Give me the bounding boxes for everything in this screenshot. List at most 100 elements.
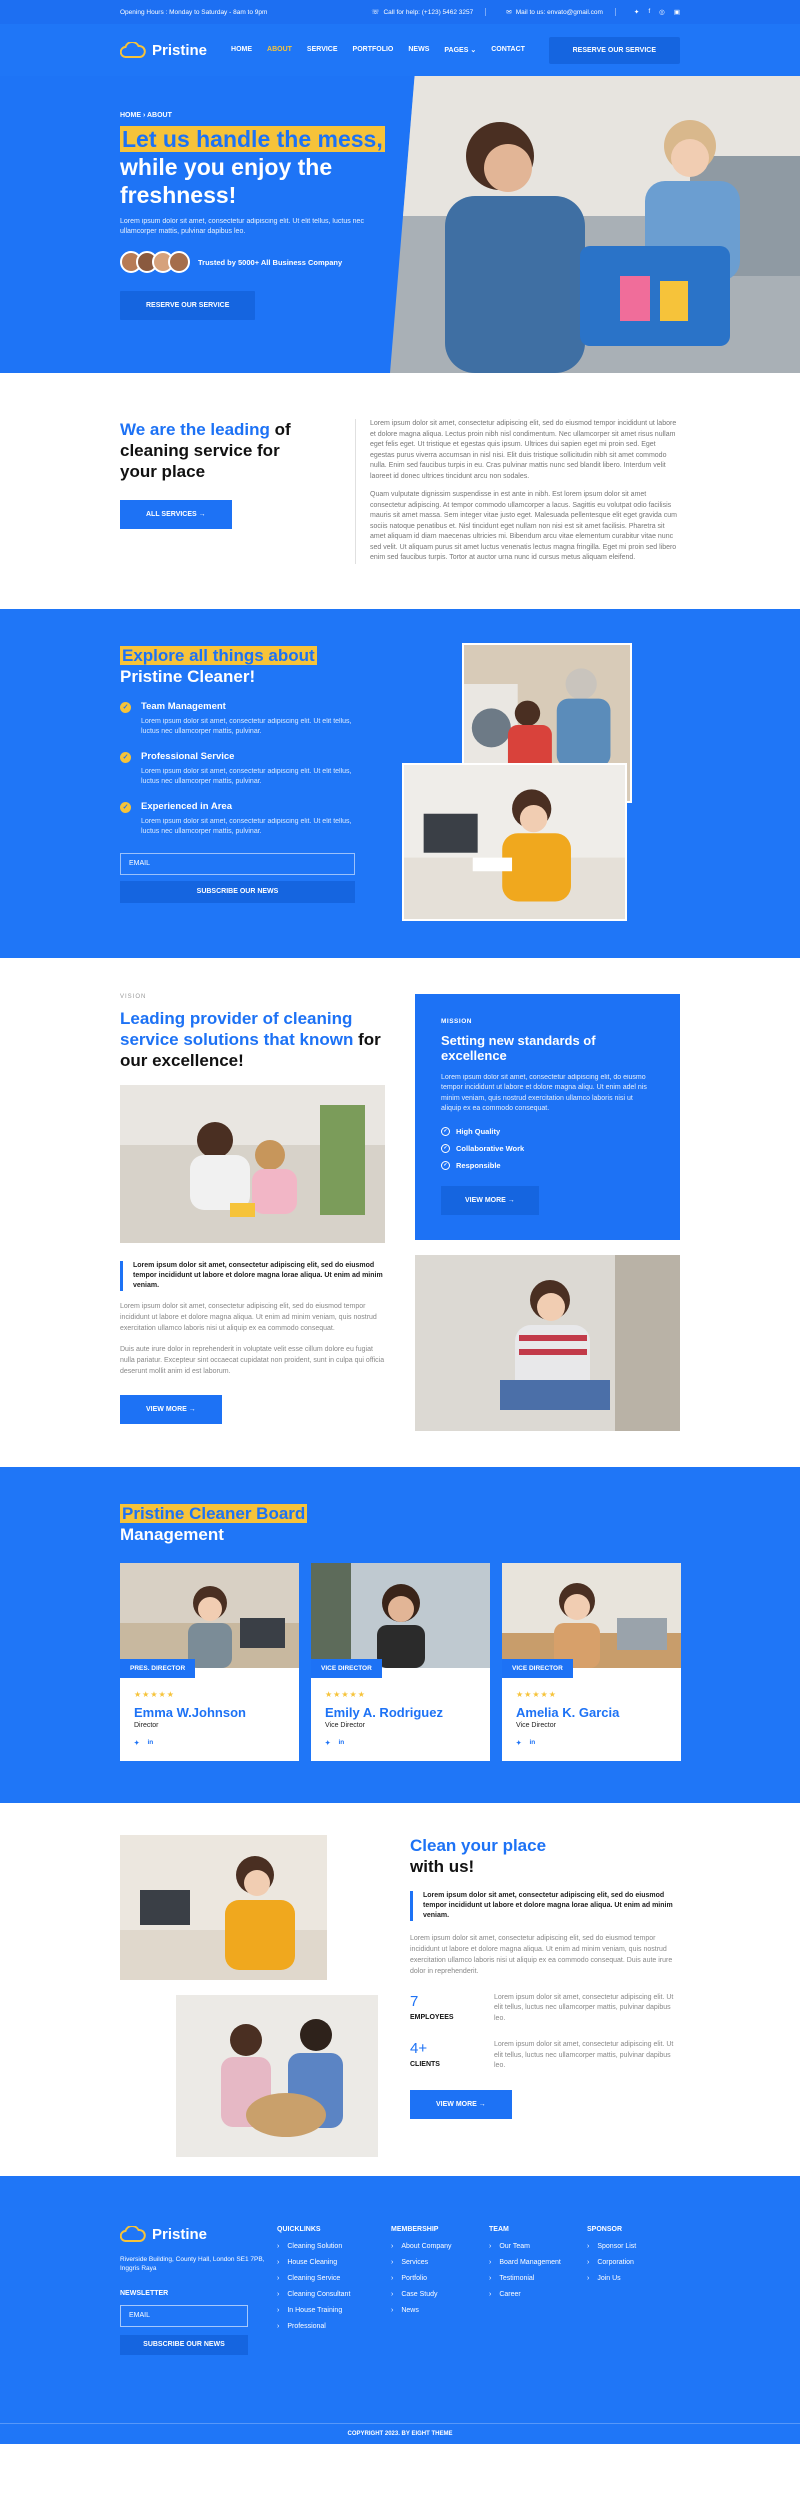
footer-link[interactable]: › House Cleaning bbox=[277, 2259, 391, 2266]
footer-link[interactable]: › Case Study bbox=[391, 2291, 489, 2298]
mission-item-label: Responsible bbox=[456, 1160, 501, 1170]
footer-address: Riverside Building, County Hall, London … bbox=[120, 2255, 265, 2273]
footer-link[interactable]: › Testimonial bbox=[489, 2275, 587, 2282]
feature-title: Professional Service bbox=[141, 750, 235, 762]
chevron-right-icon: › bbox=[277, 2322, 280, 2330]
twitter-icon[interactable]: ✦ bbox=[634, 8, 639, 16]
explore-title-rest: Pristine Cleaner! bbox=[120, 666, 256, 686]
footer-link[interactable]: › In House Training bbox=[277, 2307, 391, 2314]
hero-title-rest: while you enjoy the freshness! bbox=[120, 154, 333, 208]
nav-pages-label: PAGES bbox=[444, 47, 469, 54]
divider bbox=[485, 8, 487, 16]
team-card[interactable]: VICE DIRECTOR ★★★★★ Amelia K. Garcia Vic… bbox=[502, 1562, 681, 1761]
member-photo bbox=[502, 1562, 681, 1668]
nav-service[interactable]: SERVICE bbox=[307, 46, 338, 54]
footer-link[interactable]: › Board Management bbox=[489, 2259, 587, 2266]
explore-title-highlight: Explore all things about bbox=[120, 645, 317, 665]
twitter-icon[interactable]: ✦ bbox=[516, 1739, 521, 1747]
feature-title: Experienced in Area bbox=[141, 800, 232, 812]
footer-link[interactable]: › News bbox=[391, 2307, 489, 2314]
check-circle-icon: ✓ bbox=[441, 1160, 450, 1170]
mission-view-more-button[interactable]: VIEW MORE → bbox=[441, 1185, 539, 1215]
twitter-icon[interactable]: ✦ bbox=[134, 1739, 139, 1747]
stat-clients: 4+ CLIENTS Lorem ipsum dolor sit amet, co… bbox=[410, 2040, 680, 2072]
subscribe-button[interactable]: SUBSCRIBE OUR NEWS bbox=[120, 880, 355, 903]
check-icon: ✓ bbox=[120, 801, 131, 813]
nav-about[interactable]: ABOUT bbox=[267, 46, 292, 54]
check-circle-icon: ✓ bbox=[441, 1126, 450, 1136]
footer-link-label: Case Study bbox=[401, 2290, 438, 2298]
footer-email-input[interactable]: EMAIL bbox=[120, 2304, 248, 2327]
footer-link-label: Board Management bbox=[499, 2258, 561, 2266]
about-title: We are the leading of cleaning service f… bbox=[120, 419, 315, 482]
vision-kicker: VISION bbox=[120, 993, 147, 1000]
footer-subscribe-button[interactable]: SUBSCRIBE OUR NEWS bbox=[120, 2334, 248, 2355]
nav-home[interactable]: HOME bbox=[231, 46, 252, 54]
position-badge: VICE DIRECTOR bbox=[502, 1658, 573, 1678]
facebook-icon[interactable]: f bbox=[648, 8, 650, 16]
hero-reserve-button[interactable]: RESERVE OUR SERVICE bbox=[120, 291, 256, 320]
footer-link[interactable]: › Professional bbox=[277, 2323, 391, 2330]
chevron-right-icon: › bbox=[587, 2242, 590, 2250]
footer-link-label: Career bbox=[499, 2290, 521, 2298]
nav-portfolio[interactable]: PORTFOLIO bbox=[353, 46, 394, 54]
linkedin-icon[interactable]: in bbox=[529, 1739, 535, 1747]
chevron-right-icon: › bbox=[391, 2306, 394, 2314]
mission-item: ✓ Collaborative Work bbox=[441, 1143, 654, 1153]
member-photo bbox=[311, 1562, 490, 1668]
chevron-right-icon: › bbox=[587, 2274, 590, 2282]
feature-text: Lorem ipsum dolor sit amet, consectetur … bbox=[141, 817, 352, 835]
vision-view-more-button[interactable]: VIEW MORE → bbox=[120, 1394, 222, 1424]
footer-col-title: TEAM bbox=[489, 2225, 509, 2233]
clean-title-blue: Clean your place bbox=[410, 1835, 547, 1855]
footer-link[interactable]: › Services bbox=[391, 2259, 489, 2266]
hero-section: HOME › ABOUT Let us handle the mess, whil… bbox=[0, 76, 800, 373]
footer-link[interactable]: › Cleaning Service bbox=[277, 2275, 391, 2282]
footer-link[interactable]: › Our Team bbox=[489, 2243, 587, 2250]
footer-link[interactable]: › Career bbox=[489, 2291, 587, 2298]
hero-photo bbox=[390, 76, 800, 373]
footer-link[interactable]: › Portfolio bbox=[391, 2275, 489, 2282]
footer-logo[interactable]: Pristine bbox=[120, 2226, 277, 2243]
email-input[interactable]: EMAIL bbox=[120, 852, 355, 875]
linkedin-icon[interactable]: in bbox=[338, 1739, 344, 1747]
clean-view-more-button[interactable]: VIEW MORE → bbox=[410, 2089, 512, 2119]
team-card[interactable]: VICE DIRECTOR ★★★★★ Emily A. Rodriguez V… bbox=[311, 1562, 490, 1761]
couple-laundry-photo bbox=[176, 1994, 378, 2157]
footer-link[interactable]: › Sponsor List bbox=[587, 2243, 677, 2250]
mail-info[interactable]: ✉ Mail to us: envato@gmail.com bbox=[506, 8, 603, 17]
footer-link[interactable]: › Cleaning Solution bbox=[277, 2243, 391, 2250]
cloud-logo-icon bbox=[120, 42, 146, 58]
copyright: COPYRIGHT 2023. BY EIGHT THEME bbox=[0, 2422, 800, 2444]
all-services-button[interactable]: ALL SERVICES → bbox=[120, 500, 232, 529]
vision-paragraph: Lorem ipsum dolor sit amet, consectetur … bbox=[120, 1302, 377, 1332]
nav-pages[interactable]: PAGES ⌄ bbox=[444, 46, 476, 54]
nav-contact[interactable]: CONTACT bbox=[491, 46, 525, 54]
phone-info[interactable]: ☏ Call for help: (+123) 5462 3257 bbox=[371, 8, 473, 17]
about-text: Lorem ipsum dolor sit amet, consectetur … bbox=[355, 419, 680, 564]
twitter-icon[interactable]: ✦ bbox=[325, 1739, 330, 1747]
member-photo bbox=[120, 1562, 299, 1668]
newsletter-label: NEWSLETTER bbox=[120, 2289, 169, 2297]
logo[interactable]: Pristine bbox=[120, 42, 207, 59]
feature-item: ✓ Team Management Lorem ipsum dolor sit a… bbox=[120, 701, 355, 737]
chevron-right-icon: › bbox=[489, 2258, 492, 2266]
mission-item: ✓ High Quality bbox=[441, 1126, 654, 1136]
mission-card: MISSION Setting new standards of excelle… bbox=[415, 993, 680, 1240]
footer-link[interactable]: › Corporation bbox=[587, 2259, 677, 2266]
linkedin-icon[interactable]: ▣ bbox=[674, 8, 680, 16]
reserve-button[interactable]: RESERVE OUR SERVICE bbox=[548, 36, 680, 64]
nav-news[interactable]: NEWS bbox=[408, 46, 429, 54]
linkedin-icon[interactable]: in bbox=[147, 1739, 153, 1747]
instagram-icon[interactable]: ◎ bbox=[659, 8, 665, 16]
footer-link[interactable]: › Cleaning Consultant bbox=[277, 2291, 391, 2298]
phone-icon: ☏ bbox=[371, 9, 380, 16]
footer-col-title: MEMBERSHIP bbox=[391, 2225, 439, 2233]
vision-paragraph: Duis aute irure dolor in reprehenderit i… bbox=[120, 1345, 385, 1375]
footer-link[interactable]: › Join Us bbox=[587, 2275, 677, 2282]
footer-link-label: Join Us bbox=[597, 2274, 621, 2282]
footer-link-label: Our Team bbox=[499, 2242, 530, 2250]
team-card[interactable]: PRES. DIRECTOR ★★★★★ Emma W.Johnson Dire… bbox=[120, 1562, 299, 1761]
hero-body: Lorem ipsum dolor sit amet, consectetur … bbox=[120, 218, 364, 235]
footer-link[interactable]: › About Company bbox=[391, 2243, 489, 2250]
